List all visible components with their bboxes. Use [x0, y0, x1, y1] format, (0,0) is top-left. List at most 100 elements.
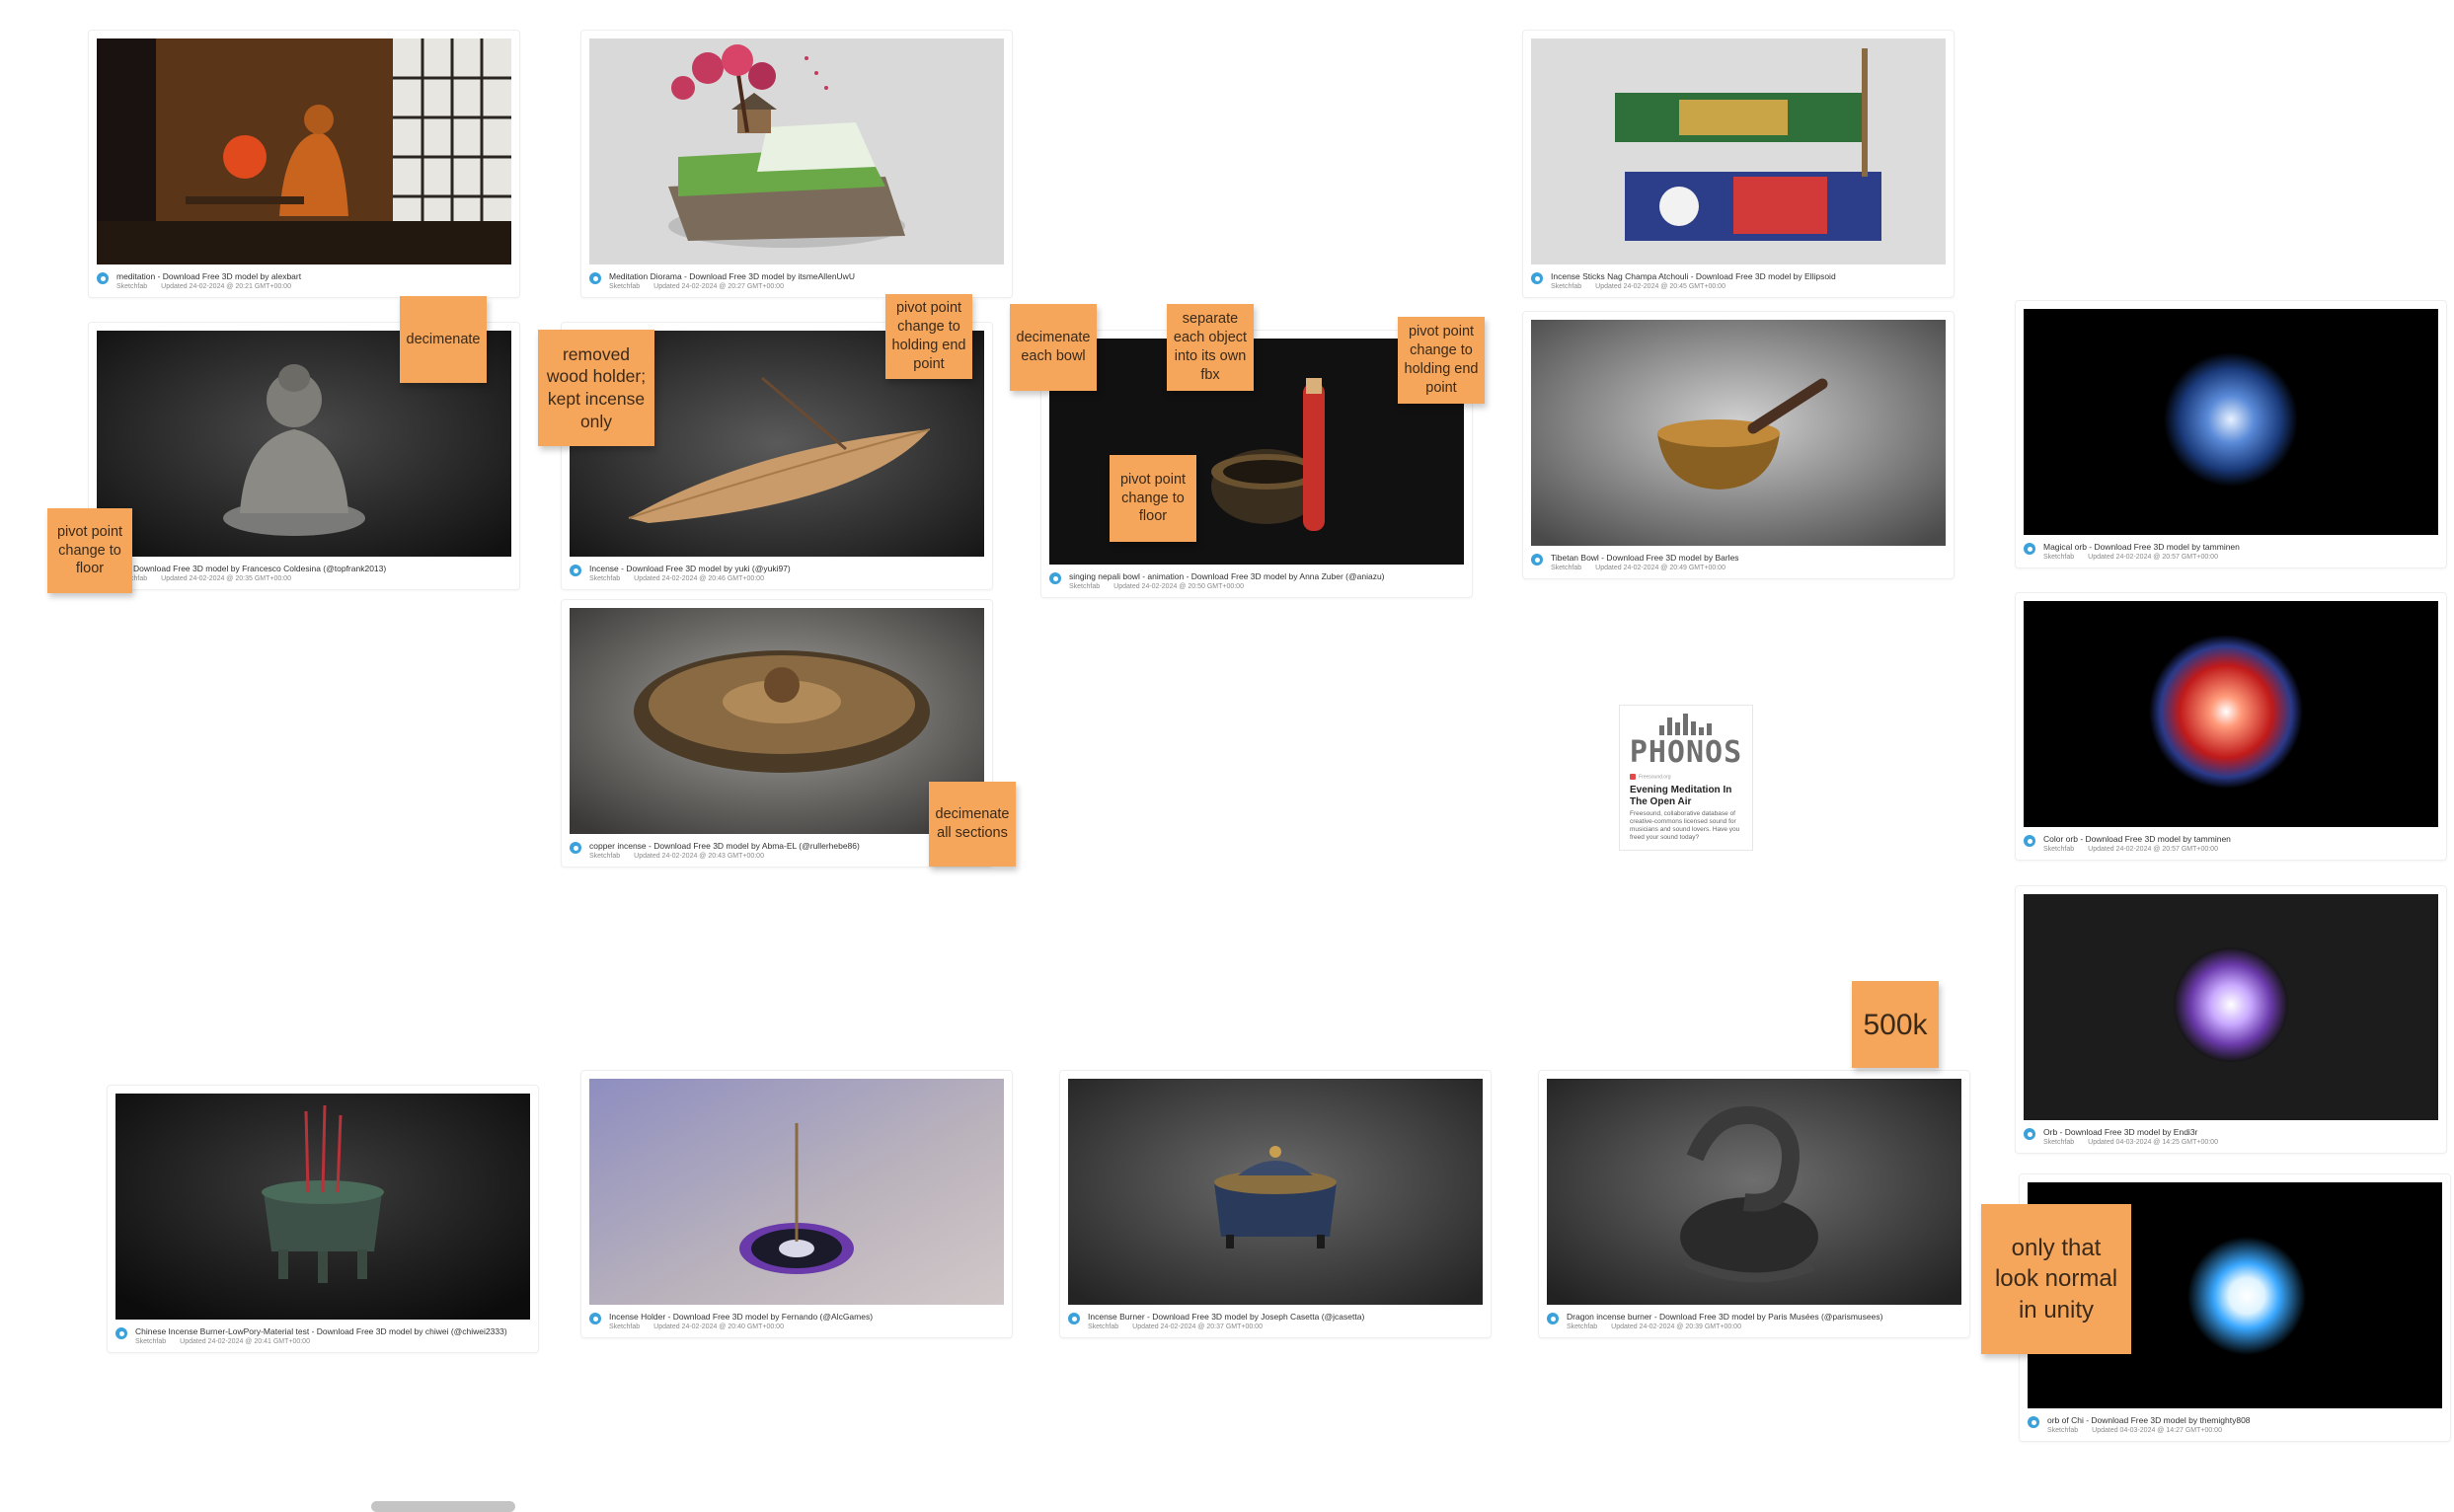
horizontal-scrollbar[interactable] — [371, 1501, 515, 1512]
card-title[interactable]: Meditation Diorama - Download Free 3D mo… — [609, 271, 1004, 281]
model-thumbnail[interactable] — [589, 38, 1004, 265]
sketchfab-icon — [1531, 272, 1543, 284]
card-updated: Updated 24-02-2024 @ 20:41 GMT+00:00 — [180, 1338, 310, 1345]
sticky-note-text: decimenate — [406, 331, 481, 347]
card-updated: Updated 24-02-2024 @ 20:49 GMT+00:00 — [1595, 565, 1725, 571]
model-card[interactable]: Incense Holder - Download Free 3D model … — [580, 1070, 1013, 1338]
sticky-note[interactable]: only that look normal in unity — [1981, 1204, 2131, 1354]
card-updated: Updated 24-02-2024 @ 20:57 GMT+00:00 — [2088, 846, 2218, 853]
model-card[interactable]: Orb - Download Free 3D model by Endi3r S… — [2015, 885, 2447, 1154]
model-card[interactable]: Magical orb - Download Free 3D model by … — [2015, 300, 2447, 568]
card-site: Sketchfab — [116, 283, 148, 290]
sticky-note-text: pivot point change to holding end point — [891, 300, 966, 372]
card-site: Sketchfab — [2043, 554, 2075, 561]
ad-description: Freesound, collaborative database of cre… — [1630, 810, 1740, 842]
sketchfab-icon — [589, 272, 601, 284]
sketchfab-icon — [1068, 1313, 1080, 1324]
card-title[interactable]: meditation - Download Free 3D model by a… — [116, 271, 511, 281]
card-title[interactable]: Orb - Download Free 3D model by Endi3r — [2043, 1127, 2438, 1137]
card-updated: Updated 24-02-2024 @ 20:45 GMT+00:00 — [1595, 283, 1725, 290]
card-title[interactable]: Tibetan Bowl - Download Free 3D model by… — [1551, 553, 1946, 563]
sticky-note[interactable]: pivot point change to floor — [47, 508, 132, 593]
model-thumbnail[interactable] — [1547, 1079, 1961, 1305]
card-updated: Updated 24-02-2024 @ 20:27 GMT+00:00 — [653, 283, 784, 290]
card-updated: Updated 24-02-2024 @ 20:35 GMT+00:00 — [161, 575, 291, 582]
model-card[interactable]: Tibetan Bowl - Download Free 3D model by… — [1522, 311, 1955, 579]
sketchfab-icon — [115, 1327, 127, 1339]
model-card[interactable]: Incense Sticks Nag Champa Atchouli - Dow… — [1522, 30, 1955, 298]
model-card[interactable]: meditation - Download Free 3D model by a… — [88, 30, 520, 298]
card-updated: Updated 24-02-2024 @ 20:57 GMT+00:00 — [2088, 554, 2218, 561]
card-title[interactable]: Chinese Incense Burner-LowPory-Material … — [135, 1326, 530, 1336]
card-updated: Updated 24-02-2024 @ 20:40 GMT+00:00 — [653, 1323, 784, 1330]
sticky-note-text: only that look normal in unity — [1994, 1235, 2118, 1323]
card-title[interactable]: Dragon incense burner - Download Free 3D… — [1567, 1312, 1961, 1322]
card-site: Sketchfab — [2043, 1139, 2075, 1146]
card-updated: Updated 24-02-2024 @ 20:43 GMT+00:00 — [634, 853, 764, 860]
sticky-note[interactable]: pivot point change to holding end point — [1398, 317, 1485, 404]
model-thumbnail[interactable] — [115, 1094, 530, 1320]
card-title[interactable]: copper incense - Download Free 3D model … — [589, 841, 984, 851]
card-title[interactable]: na - Download Free 3D model by Francesco… — [116, 564, 511, 573]
card-title[interactable]: Incense - Download Free 3D model by yuki… — [589, 564, 984, 573]
ad-sponsor: Freesound.org — [1630, 774, 1671, 780]
sticky-note-text: decimenate each bowl — [1016, 330, 1091, 364]
card-title[interactable]: Magical orb - Download Free 3D model by … — [2043, 542, 2438, 552]
sticky-note[interactable]: decimenate each bowl — [1010, 304, 1097, 391]
card-site: Sketchfab — [1088, 1323, 1119, 1330]
ad-logo: PHONOS — [1629, 735, 1743, 770]
card-title[interactable]: Incense Sticks Nag Champa Atchouli - Dow… — [1551, 271, 1946, 281]
model-thumbnail[interactable] — [2024, 309, 2438, 535]
model-thumbnail[interactable] — [2024, 894, 2438, 1120]
sketchfab-icon — [1547, 1313, 1559, 1324]
sketchfab-icon — [589, 1313, 601, 1324]
model-thumbnail[interactable] — [570, 608, 984, 834]
model-thumbnail[interactable] — [1068, 1079, 1483, 1305]
ad-card[interactable]: PHONOS Freesound.org Evening Meditation … — [1619, 705, 1753, 851]
model-thumbnail[interactable] — [2024, 601, 2438, 827]
card-updated: Updated 04-03-2024 @ 14:25 GMT+00:00 — [2088, 1139, 2218, 1146]
sketchfab-icon — [2024, 835, 2035, 847]
card-updated: Updated 24-02-2024 @ 20:21 GMT+00:00 — [161, 283, 291, 290]
equalizer-icon — [1659, 714, 1712, 735]
sticky-note[interactable]: removed wood holder; kept incense only — [538, 330, 654, 446]
ad-title[interactable]: Evening Meditation In The Open Air — [1630, 785, 1746, 807]
card-updated: Updated 24-02-2024 @ 20:39 GMT+00:00 — [1611, 1323, 1741, 1330]
sketchfab-icon — [2028, 1416, 2039, 1428]
model-card[interactable]: Color orb - Download Free 3D model by ta… — [2015, 592, 2447, 861]
model-thumbnail[interactable] — [97, 38, 511, 265]
sticky-note[interactable]: separate each object into its own fbx — [1167, 304, 1254, 391]
model-thumbnail[interactable] — [589, 1079, 1004, 1305]
model-card[interactable]: Dragon incense burner - Download Free 3D… — [1538, 1070, 1970, 1338]
sticky-note-text: 500k — [1863, 1008, 1928, 1041]
card-updated: Updated 24-02-2024 @ 20:37 GMT+00:00 — [1132, 1323, 1263, 1330]
card-title[interactable]: orb of Chi - Download Free 3D model by t… — [2047, 1415, 2442, 1425]
sticky-note[interactable]: decimenate — [400, 296, 487, 383]
card-title[interactable]: singing nepali bowl - animation - Downlo… — [1069, 571, 1464, 581]
card-title[interactable]: Incense Holder - Download Free 3D model … — [609, 1312, 1004, 1322]
sticky-note[interactable]: decimenate all sections — [929, 782, 1016, 867]
model-card[interactable]: Chinese Incense Burner-LowPory-Material … — [107, 1085, 539, 1353]
sketchfab-icon — [570, 842, 581, 854]
card-site: Sketchfab — [1567, 1323, 1598, 1330]
sticky-note-text: removed wood holder; kept incense only — [546, 343, 647, 431]
sticky-note-text: pivot point change to holding end point — [1404, 324, 1479, 396]
card-updated: Updated 24-02-2024 @ 20:46 GMT+00:00 — [634, 575, 764, 582]
sketchfab-icon — [1049, 572, 1061, 584]
sticky-note[interactable]: pivot point change to floor — [1110, 455, 1196, 542]
sticky-note-text: separate each object into its own fbx — [1173, 311, 1248, 383]
model-card[interactable]: Meditation Diorama - Download Free 3D mo… — [580, 30, 1013, 298]
sketchfab-icon — [2024, 1128, 2035, 1140]
model-thumbnail[interactable] — [1531, 320, 1946, 546]
sticky-note-text: pivot point change to floor — [56, 523, 123, 577]
card-site: Sketchfab — [589, 575, 621, 582]
card-updated: Updated 24-02-2024 @ 20:50 GMT+00:00 — [1113, 583, 1244, 590]
sticky-note[interactable]: 500k — [1852, 981, 1939, 1068]
card-title[interactable]: Incense Burner - Download Free 3D model … — [1088, 1312, 1483, 1322]
model-thumbnail[interactable] — [1531, 38, 1946, 265]
sticky-note-text: decimenate all sections — [935, 806, 1010, 841]
sticky-note[interactable]: pivot point change to holding end point — [885, 294, 972, 379]
card-title[interactable]: Color orb - Download Free 3D model by ta… — [2043, 834, 2438, 844]
card-site: Sketchfab — [1551, 565, 1582, 571]
model-card[interactable]: Incense Burner - Download Free 3D model … — [1059, 1070, 1492, 1338]
